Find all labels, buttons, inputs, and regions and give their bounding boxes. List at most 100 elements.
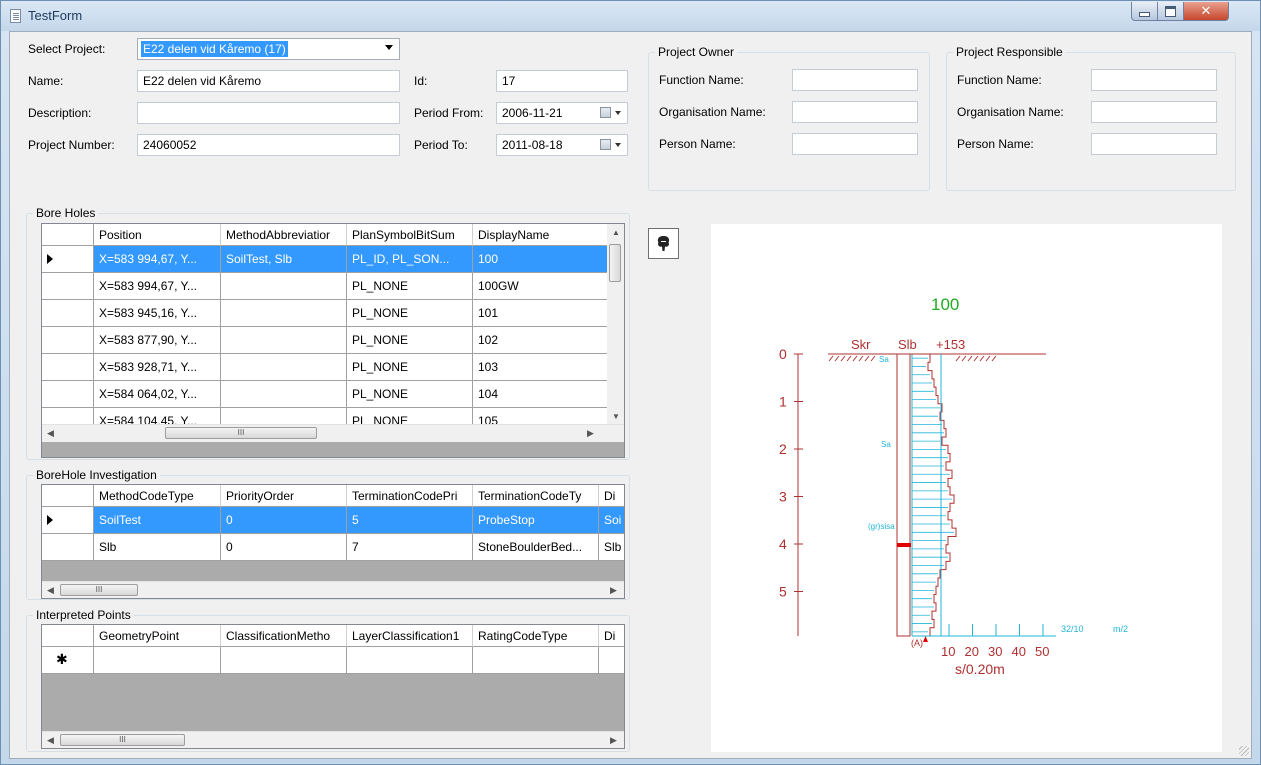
column-header[interactable]: MethodAbbreviatior (221, 224, 347, 246)
bore-holes-grid[interactable]: Position MethodAbbreviatior PlanSymbolBi… (41, 223, 625, 458)
table-cell[interactable] (221, 381, 347, 408)
title-bar[interactable]: TestForm ✕ (1, 1, 1260, 31)
table-row[interactable]: Slb 0 7 StoneBoulderBed... Slb (42, 534, 624, 561)
column-header[interactable]: Di (599, 485, 624, 507)
responsible-person-field[interactable] (1091, 133, 1217, 155)
table-cell[interactable] (221, 300, 347, 327)
vertical-scrollbar[interactable]: ▲ ▼ (607, 224, 624, 424)
table-cell[interactable]: PL_NONE (347, 273, 473, 300)
scroll-up-icon[interactable]: ▲ (612, 228, 620, 237)
table-cell[interactable]: Soi (599, 507, 624, 534)
scroll-thumb[interactable] (609, 244, 621, 282)
table-row[interactable]: X=583 928,71, Y... PL_NONE 103 (42, 354, 609, 381)
table-cell[interactable]: 103 (473, 354, 609, 381)
table-cell[interactable]: 100GW (473, 273, 609, 300)
table-cell[interactable]: 102 (473, 327, 609, 354)
description-field[interactable] (137, 102, 400, 124)
table-cell[interactable]: 104 (473, 381, 609, 408)
table-cell[interactable] (221, 273, 347, 300)
new-row-icon[interactable]: ✱ (42, 647, 94, 674)
table-cell[interactable] (221, 647, 347, 674)
table-cell[interactable]: 0 (221, 507, 347, 534)
table-cell[interactable]: 105 (473, 408, 609, 424)
table-cell[interactable]: 5 (347, 507, 473, 534)
column-header[interactable]: Di (599, 625, 624, 647)
minimize-button[interactable] (1131, 2, 1158, 21)
table-cell[interactable]: SoilTest (94, 507, 221, 534)
column-header[interactable]: RatingCodeType (473, 625, 599, 647)
table-cell[interactable]: PL_NONE (347, 381, 473, 408)
owner-function-field[interactable] (792, 69, 918, 91)
table-cell[interactable] (94, 647, 221, 674)
table-cell[interactable] (473, 647, 599, 674)
table-cell[interactable]: PL_NONE (347, 354, 473, 381)
row-header[interactable] (42, 507, 94, 534)
scroll-right-icon[interactable]: ▶ (587, 428, 594, 439)
period-from-picker[interactable]: 2006-11-21 (496, 102, 628, 124)
table-cell[interactable] (221, 327, 347, 354)
column-header[interactable]: GeometryPoint (94, 625, 221, 647)
row-header[interactable] (42, 246, 94, 273)
table-row[interactable]: X=583 994,67, Y... PL_NONE 100GW (42, 273, 609, 300)
table-cell[interactable] (221, 408, 347, 424)
scroll-right-icon[interactable]: ▶ (610, 585, 617, 596)
column-header[interactable]: LayerClassification1 (347, 625, 473, 647)
row-header[interactable] (42, 534, 94, 561)
name-field[interactable]: E22 delen vid Kåremo (137, 70, 400, 92)
scroll-left-icon[interactable]: ◀ (47, 735, 54, 746)
table-cell[interactable] (347, 647, 473, 674)
horizontal-scrollbar[interactable]: ◀ III ▶ (42, 424, 624, 442)
horizontal-scrollbar[interactable]: ◀ III ▶ (42, 731, 624, 748)
table-cell[interactable]: X=583 877,90, Y... (94, 327, 221, 354)
table-cell[interactable]: X=584 104,45, Y... (94, 408, 221, 424)
table-row[interactable]: X=583 945,16, Y... PL_NONE 101 (42, 300, 609, 327)
row-header[interactable] (42, 354, 94, 381)
column-header[interactable]: PriorityOrder (221, 485, 347, 507)
responsible-organisation-field[interactable] (1091, 101, 1217, 123)
borehole-investigation-grid[interactable]: MethodCodeType PriorityOrder Termination… (41, 484, 625, 599)
column-header[interactable]: Position (94, 224, 221, 246)
owner-organisation-field[interactable] (792, 101, 918, 123)
table-cell[interactable]: 0 (221, 534, 347, 561)
column-header[interactable]: TerminationCodeTy (473, 485, 599, 507)
resize-grip[interactable] (1239, 746, 1249, 756)
scroll-thumb[interactable]: III (165, 427, 317, 439)
table-row[interactable]: X=583 877,90, Y... PL_NONE 102 (42, 327, 609, 354)
table-cell[interactable]: 101 (473, 300, 609, 327)
scroll-thumb[interactable]: III (60, 584, 138, 596)
horizontal-scrollbar[interactable]: ◀ III ▶ (42, 581, 624, 598)
table-cell[interactable]: PL_NONE (347, 327, 473, 354)
responsible-function-field[interactable] (1091, 69, 1217, 91)
column-header[interactable]: MethodCodeType (94, 485, 221, 507)
table-cell[interactable] (221, 354, 347, 381)
row-header[interactable] (42, 381, 94, 408)
column-header[interactable]: DisplayName (473, 224, 609, 246)
id-field[interactable]: 17 (496, 70, 628, 92)
table-cell[interactable]: PL_NONE (347, 300, 473, 327)
chevron-down-icon[interactable] (385, 45, 393, 50)
row-header[interactable] (42, 273, 94, 300)
new-row[interactable]: ✱ (42, 647, 624, 674)
interpreted-points-grid[interactable]: GeometryPoint ClassificationMetho LayerC… (41, 624, 625, 749)
column-header[interactable]: TerminationCodePri (347, 485, 473, 507)
table-cell[interactable]: SoilTest, Slb (221, 246, 347, 273)
scroll-right-icon[interactable]: ▶ (610, 735, 617, 746)
column-header[interactable]: PlanSymbolBitSum (347, 224, 473, 246)
table-cell[interactable]: PL_NONE (347, 408, 473, 424)
table-cell[interactable]: X=583 994,67, Y... (94, 246, 221, 273)
row-header[interactable] (42, 408, 94, 424)
table-row[interactable]: X=583 994,67, Y... SoilTest, Slb PL_ID, … (42, 246, 609, 273)
owner-person-field[interactable] (792, 133, 918, 155)
select-project-combo[interactable]: E22 delen vid Kåremo (17) (137, 38, 400, 60)
table-cell[interactable]: X=583 928,71, Y... (94, 354, 221, 381)
calendar-dropdown-button[interactable] (600, 138, 624, 152)
table-cell[interactable]: X=584 064,02, Y... (94, 381, 221, 408)
close-button[interactable]: ✕ (1183, 2, 1229, 21)
table-row[interactable]: SoilTest 0 5 ProbeStop Soi (42, 507, 624, 534)
table-cell[interactable]: Slb (599, 534, 624, 561)
period-to-picker[interactable]: 2011-08-18 (496, 134, 628, 156)
table-row[interactable]: X=584 064,02, Y... PL_NONE 104 (42, 381, 609, 408)
table-cell[interactable]: X=583 945,16, Y... (94, 300, 221, 327)
table-cell[interactable]: StoneBoulderBed... (473, 534, 599, 561)
row-header[interactable] (42, 300, 94, 327)
